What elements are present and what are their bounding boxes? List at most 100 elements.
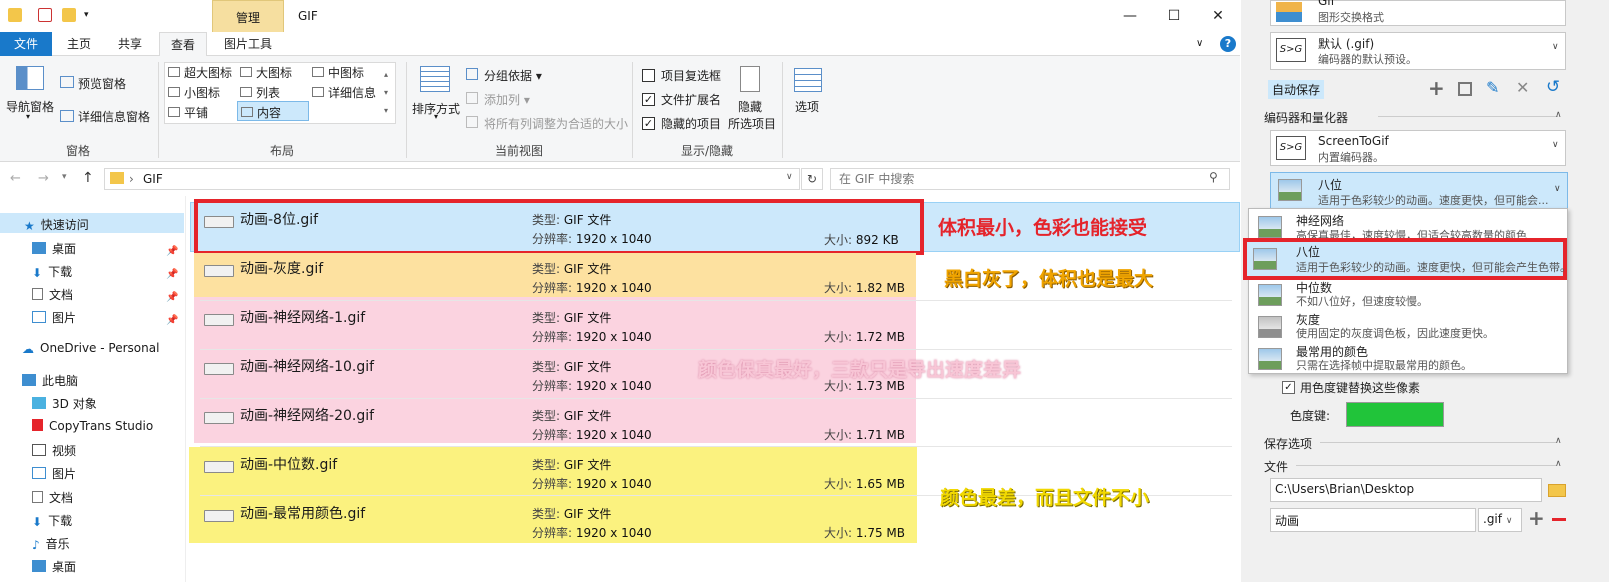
file-row[interactable]: 动画-神经网络-20.gif 类型: GIF 文件 分辨率: 1920 x 10…: [198, 400, 1228, 446]
nav-downloads-pc[interactable]: ⬇ 下载: [32, 512, 72, 529]
layout-details[interactable]: 详细信息: [312, 84, 376, 101]
layout-content[interactable]: 内容: [237, 101, 309, 121]
decrement-icon[interactable]: [1552, 518, 1566, 521]
address-dropdown-icon[interactable]: ∨: [786, 172, 793, 182]
tab-share[interactable]: 共享: [108, 32, 152, 56]
nav-pictures[interactable]: 图片: [32, 309, 76, 326]
recent-locations-button[interactable]: ▾: [62, 172, 67, 182]
extension-select[interactable]: .gif ∨: [1478, 508, 1522, 532]
layout-small[interactable]: 小图标: [168, 84, 220, 101]
nav-music[interactable]: ♪ 音乐: [32, 535, 70, 552]
close-button[interactable]: ✕: [1208, 8, 1228, 24]
dropdown-option[interactable]: 最常用的颜色 只需在选择帧中提取最常用的颜色。: [1254, 342, 1564, 374]
tab-home[interactable]: 主页: [58, 32, 100, 56]
nav-desktop[interactable]: 桌面: [32, 240, 76, 257]
folder-path-input[interactable]: C:\Users\Brian\Desktop: [1270, 478, 1542, 502]
chroma-key-checkbox[interactable]: ✓: [1282, 381, 1295, 394]
nav-copytrans[interactable]: CopyTrans Studio: [32, 419, 153, 433]
nav-downloads[interactable]: ⬇ 下载: [32, 263, 72, 280]
details-pane-icon: [60, 110, 74, 122]
properties-icon[interactable]: [38, 8, 52, 22]
tab-view[interactable]: 查看: [159, 32, 207, 57]
open-folder-icon[interactable]: [1548, 484, 1566, 497]
file-row[interactable]: 动画-神经网络-1.gif 类型: GIF 文件 分辨率: 1920 x 104…: [198, 302, 1228, 348]
new-folder-icon[interactable]: [62, 8, 76, 22]
add-icon[interactable]: +: [1428, 76, 1445, 100]
customize-qat-icon[interactable]: ▾: [84, 10, 89, 20]
nav-3d-objects[interactable]: 3D 对象: [32, 395, 97, 412]
res-label: 分辨率:: [532, 526, 573, 540]
type-label: 类型:: [532, 360, 561, 374]
layout-medium[interactable]: 中图标: [312, 64, 364, 81]
delete-icon[interactable]: ✕: [1516, 78, 1529, 97]
up-button[interactable]: ↑: [82, 170, 94, 186]
maximize-button[interactable]: ☐: [1164, 8, 1184, 24]
nav-pictures-pc[interactable]: 图片: [32, 465, 76, 482]
fit-columns-button[interactable]: 将所有列调整为合适的大小: [484, 115, 628, 132]
layout-tiles[interactable]: 平铺: [168, 104, 208, 121]
chroma-color-picker[interactable]: [1346, 402, 1444, 427]
res-label: 分辨率:: [532, 379, 573, 393]
hide-selected-button[interactable]: 隐藏: [738, 98, 762, 115]
back-button[interactable]: ←: [10, 171, 21, 186]
nav-documents[interactable]: 文档: [32, 286, 73, 303]
increment-icon[interactable]: +: [1528, 506, 1545, 530]
chevron-up-icon[interactable]: ∧: [1555, 436, 1562, 446]
save-options-header: 保存选项: [1264, 437, 1313, 451]
layout-list[interactable]: 列表: [240, 84, 280, 101]
hide-selected-button-line2[interactable]: 所选项目: [728, 115, 776, 132]
nav-desktop-pc[interactable]: 桌面: [32, 558, 76, 575]
tab-picture-tools[interactable]: 图片工具: [214, 32, 282, 56]
dropdown-option[interactable]: 灰度 使用固定的灰度调色板，因此速度更快。: [1254, 310, 1564, 342]
refresh-button[interactable]: ↻: [801, 168, 823, 190]
chroma-color-label: 色度键:: [1290, 409, 1331, 423]
file-type: 类型: GIF 文件: [532, 309, 611, 326]
dropdown-option[interactable]: 中位数 不如八位好，但速度较慢。: [1254, 278, 1564, 310]
save-icon[interactable]: [1458, 82, 1472, 96]
preview-pane-button[interactable]: 预览窗格: [78, 75, 126, 92]
music-icon: ♪: [32, 538, 40, 552]
address-field[interactable]: [104, 168, 800, 190]
nav-documents-pc[interactable]: 文档: [32, 489, 73, 506]
add-columns-button[interactable]: 添加列 ▾: [484, 91, 530, 108]
autosave-toggle[interactable]: 自动保存: [1268, 80, 1325, 99]
filename-input[interactable]: 动画: [1270, 508, 1476, 532]
chevron-down-icon: ∨: [1552, 42, 1559, 52]
dropdown-option-selected[interactable]: 八位 适用于色彩较少的动画。速度更快，但可能会产生色带。: [1243, 238, 1571, 280]
nav-label: 下载: [48, 514, 73, 528]
gif-file-icon: [204, 510, 234, 522]
preset-select[interactable]: [1270, 32, 1566, 70]
options-button[interactable]: 选项: [795, 98, 819, 115]
help-icon[interactable]: ?: [1220, 36, 1236, 52]
details-pane-button[interactable]: 详细信息窗格: [78, 108, 150, 125]
forward-button[interactable]: →: [38, 171, 49, 186]
gallery-scroll-icon[interactable]: ▴ ▾ ▾: [384, 66, 388, 120]
breadcrumb[interactable]: GIF: [143, 172, 163, 186]
pin-icon[interactable]: 📌 📌 📌 📌: [166, 240, 178, 332]
tab-file[interactable]: 文件: [0, 32, 52, 56]
encoder-select[interactable]: [1270, 130, 1566, 166]
ribbon-collapse-icon[interactable]: ∨: [1196, 38, 1203, 49]
gif-file-icon: [204, 412, 234, 424]
group-by-button[interactable]: 分组依据 ▾: [484, 67, 542, 84]
nav-quick-access[interactable]: ★ 快速访问: [24, 216, 89, 233]
res-label: 分辨率:: [532, 330, 573, 344]
item-checkbox-toggle[interactable]: [642, 69, 655, 82]
file-extension-toggle[interactable]: ✓: [642, 93, 655, 106]
file-size: 大小: 1.82 MB: [824, 279, 905, 296]
layout-item-label: 内容: [257, 106, 282, 120]
nav-onedrive[interactable]: ☁ OneDrive - Personal: [22, 341, 159, 356]
search-input[interactable]: 在 GIF 中搜索: [830, 168, 1230, 190]
nav-this-pc[interactable]: 此电脑: [22, 372, 78, 389]
chevron-up-icon[interactable]: ∧: [1555, 459, 1562, 469]
nav-videos[interactable]: 视频: [32, 442, 76, 459]
hidden-items-toggle[interactable]: ✓: [642, 117, 655, 130]
chevron-up-icon[interactable]: ∧: [1555, 110, 1562, 120]
context-tab-manage[interactable]: 管理: [212, 0, 284, 34]
minimize-button[interactable]: —: [1120, 8, 1140, 24]
layout-large[interactable]: 大图标: [240, 64, 292, 81]
layout-extra-large[interactable]: 超大图标: [168, 64, 232, 81]
format-select[interactable]: [1270, 0, 1566, 26]
reset-icon[interactable]: ↺: [1546, 77, 1560, 97]
edit-icon[interactable]: ✎: [1486, 78, 1499, 97]
